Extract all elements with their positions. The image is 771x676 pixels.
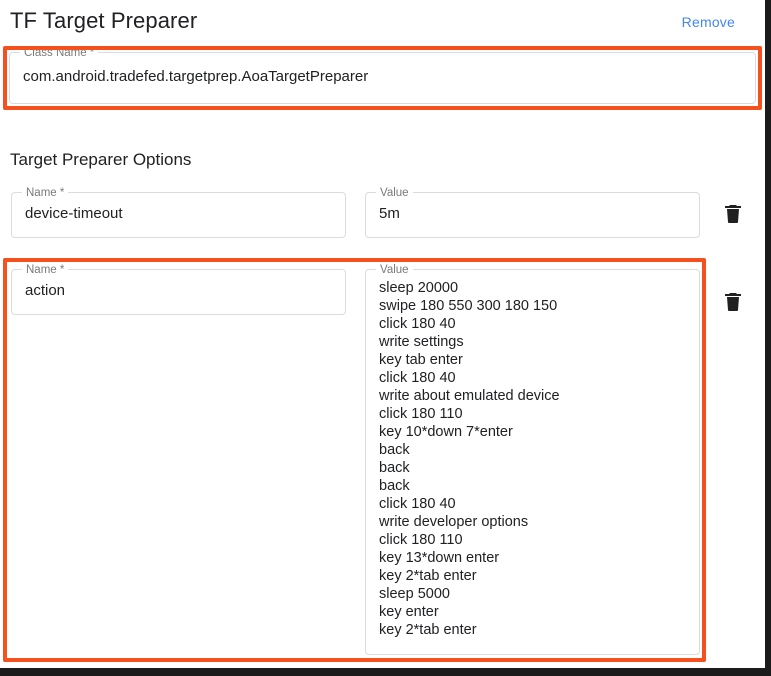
- viewport-bottom-edge: [0, 668, 771, 676]
- remove-link[interactable]: Remove: [682, 12, 735, 32]
- option-name-input[interactable]: action: [25, 282, 335, 299]
- option-row: Name * device-timeout Value 5m: [0, 185, 765, 246]
- delete-option-button-action[interactable]: [721, 290, 745, 314]
- option-value-label: Value: [376, 262, 413, 278]
- option-name-input[interactable]: device-timeout: [25, 205, 335, 222]
- option-value-textarea[interactable]: sleep 20000 swipe 180 550 300 180 150 cl…: [379, 279, 689, 639]
- panel-header: TF Target Preparer Remove: [10, 6, 755, 40]
- option-value-field-device-timeout[interactable]: Value 5m: [365, 185, 700, 238]
- trash-icon: [721, 202, 745, 226]
- option-value-input[interactable]: 5m: [379, 205, 689, 222]
- option-value-field-action[interactable]: Value sleep 20000 swipe 180 550 300 180 …: [365, 262, 700, 655]
- option-name-field-action[interactable]: Name * action: [11, 262, 346, 315]
- class-name-input[interactable]: com.android.tradefed.targetprep.AoaTarge…: [23, 68, 745, 85]
- option-name-field-device-timeout[interactable]: Name * device-timeout: [11, 185, 346, 238]
- screenshot-root: TF Target Preparer Remove Class Name * c…: [0, 0, 771, 676]
- class-name-label: Class Name *: [20, 45, 99, 61]
- target-preparer-options-heading: Target Preparer Options: [10, 150, 192, 169]
- option-name-label: Name *: [22, 262, 69, 278]
- page-title: TF Target Preparer: [10, 8, 198, 33]
- target-preparer-panel: TF Target Preparer Remove Class Name * c…: [0, 0, 765, 668]
- trash-icon: [721, 290, 745, 314]
- option-name-label: Name *: [22, 185, 69, 201]
- class-name-field[interactable]: Class Name * com.android.tradefed.target…: [9, 45, 756, 104]
- viewport-right-edge: [765, 0, 771, 676]
- delete-option-button-device-timeout[interactable]: [721, 202, 745, 226]
- option-value-label: Value: [376, 185, 413, 201]
- option-row: Name * action Value sleep 20000 swipe 18…: [0, 262, 765, 658]
